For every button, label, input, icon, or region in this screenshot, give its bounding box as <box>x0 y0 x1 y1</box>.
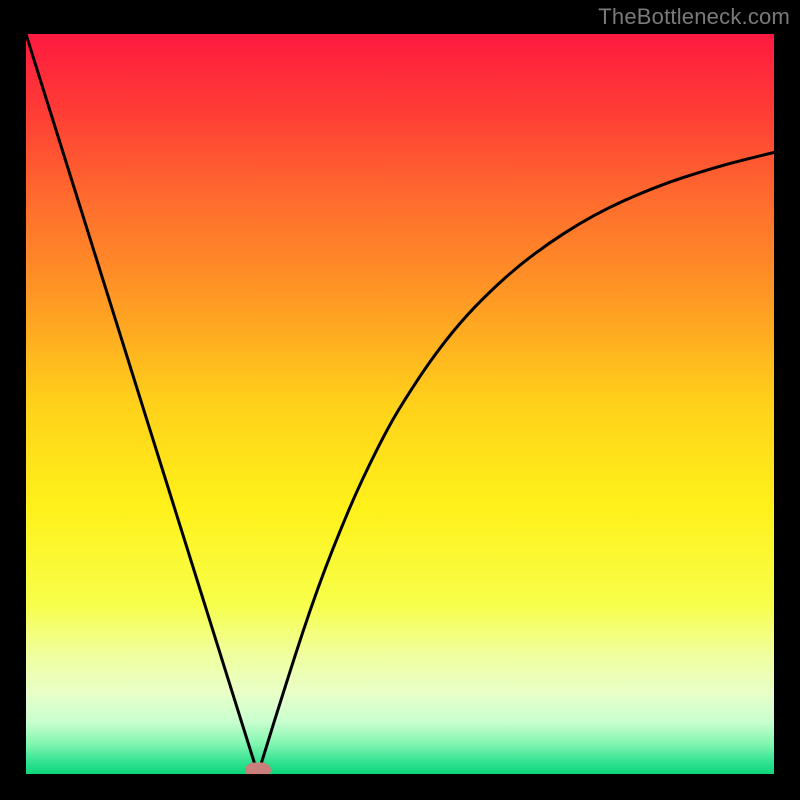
optimal-marker <box>245 762 271 774</box>
watermark-text: TheBottleneck.com <box>598 4 790 30</box>
gradient-background <box>26 34 774 774</box>
plot-area <box>20 28 780 780</box>
plot-inner <box>26 34 774 774</box>
chart-svg <box>26 34 774 774</box>
chart-frame: TheBottleneck.com <box>0 0 800 800</box>
